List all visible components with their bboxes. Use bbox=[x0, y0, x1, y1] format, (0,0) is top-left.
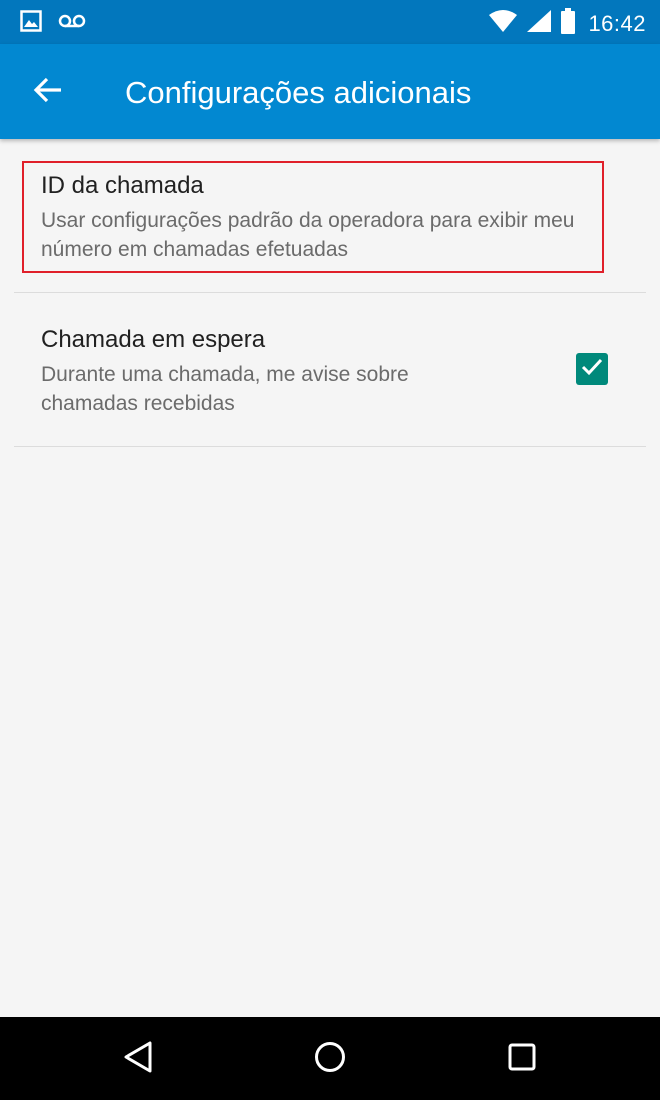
nav-back-button[interactable] bbox=[114, 1035, 162, 1083]
image-notification-icon bbox=[20, 10, 42, 37]
arrow-back-icon bbox=[33, 77, 63, 108]
page-title: Configurações adicionais bbox=[125, 75, 472, 110]
pref-caller-id-summary: Usar configurações padrão da operadora p… bbox=[41, 209, 575, 261]
nav-home-button[interactable] bbox=[306, 1035, 354, 1083]
divider bbox=[14, 446, 646, 447]
status-bar: 16:42 bbox=[0, 0, 660, 44]
pref-call-waiting-title: Chamada em espera bbox=[41, 326, 266, 353]
nav-back-icon bbox=[122, 1040, 154, 1079]
pref-call-waiting[interactable]: Chamada em espera Durante uma chamada, m… bbox=[14, 293, 646, 446]
signal-icon bbox=[526, 9, 552, 38]
status-clock: 16:42 bbox=[588, 10, 646, 36]
pref-call-waiting-summary: Durante uma chamada, me avise sobre cham… bbox=[41, 363, 409, 415]
pref-caller-id-title: ID da chamada bbox=[41, 172, 204, 199]
app-bar: Configurações adicionais bbox=[0, 44, 660, 139]
nav-home-icon bbox=[313, 1040, 347, 1079]
pref-caller-id[interactable]: ID da chamada Usar configurações padrão … bbox=[14, 139, 646, 292]
wifi-icon bbox=[488, 9, 518, 38]
nav-recents-icon bbox=[507, 1042, 537, 1077]
nav-recents-button[interactable] bbox=[498, 1035, 546, 1083]
status-bar-system: 16:42 bbox=[480, 8, 646, 39]
call-waiting-checkbox[interactable] bbox=[576, 353, 608, 385]
status-bar-notifications bbox=[20, 10, 102, 37]
back-button[interactable] bbox=[22, 66, 74, 118]
voicemail-icon bbox=[58, 13, 86, 34]
check-icon bbox=[580, 357, 604, 382]
navigation-bar bbox=[0, 1017, 660, 1100]
battery-icon bbox=[560, 8, 576, 39]
